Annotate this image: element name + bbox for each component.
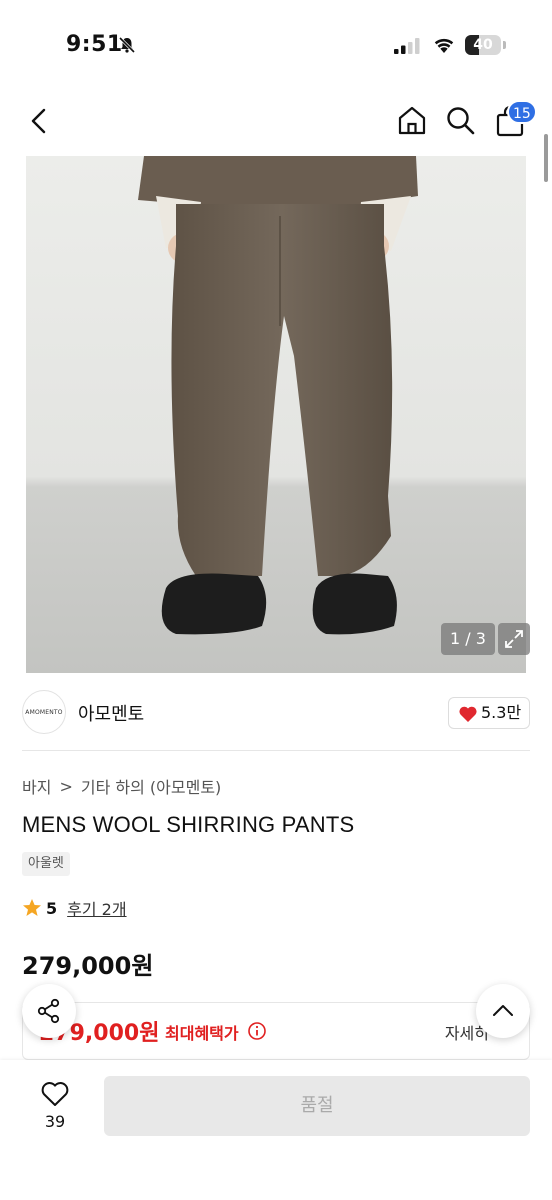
shop-logo[interactable]: AMOMENTO [22, 690, 66, 734]
star-icon [23, 899, 41, 916]
benefit-label: 최대혜택가 [165, 1024, 239, 1043]
bottom-action-bar: 39 품절 [0, 1060, 552, 1200]
divider [22, 750, 530, 751]
product-image[interactable] [26, 156, 526, 673]
scroll-top-button[interactable] [476, 984, 530, 1038]
rating-row: 5 후기 2개 [22, 896, 127, 920]
breadcrumb: 바지 > 기타 하의 (아모멘토) [22, 774, 221, 798]
home-icon[interactable] [396, 104, 428, 136]
top-nav [0, 90, 552, 156]
product-title: MENS WOOL SHIRRING PANTS [22, 812, 355, 837]
rating-value: 5 [46, 898, 58, 918]
info-icon[interactable] [247, 1021, 267, 1041]
sold-out-button[interactable]: 품절 [104, 1076, 530, 1136]
image-counter: 1 / 3 [441, 623, 495, 655]
max-benefit-box[interactable]: 279,000원 최대혜택가 자세히 [22, 1002, 530, 1060]
expand-image-button[interactable] [498, 623, 530, 655]
breadcrumb-category[interactable]: 바지 [22, 774, 51, 798]
chevron-up-icon [493, 1005, 513, 1016]
share-button[interactable] [22, 984, 76, 1038]
status-time: 9:51 [66, 32, 123, 57]
scrollbar[interactable] [544, 134, 548, 182]
breadcrumb-separator: > [59, 776, 73, 796]
heart-icon [459, 706, 477, 722]
share-icon [37, 998, 60, 1024]
search-icon[interactable] [444, 104, 476, 136]
signal-icon [394, 38, 420, 54]
status-bar: 9:51 40 [0, 0, 552, 90]
battery-icon: 40 [465, 35, 501, 55]
battery-tip [503, 41, 506, 49]
bell-slash-icon [118, 36, 136, 54]
outlet-tag: 아울렛 [22, 852, 70, 876]
wifi-icon [434, 38, 454, 53]
expand-icon [505, 630, 523, 648]
product-photo [26, 156, 526, 673]
shop-like-button[interactable]: 5.3만 [448, 697, 530, 729]
back-icon[interactable] [26, 106, 52, 136]
wishlist-heart-icon[interactable] [40, 1080, 70, 1108]
product-price: 279,000원 [22, 952, 154, 980]
shop-name[interactable]: 아모멘토 [78, 700, 144, 726]
breadcrumb-subcategory[interactable]: 기타 하의 (아모멘토) [81, 774, 221, 798]
cart-count-badge: 15 [507, 100, 537, 124]
wishlist-count: 39 [44, 1112, 66, 1131]
shop-like-count: 5.3만 [481, 703, 522, 722]
review-link[interactable]: 후기 2개 [67, 896, 126, 920]
battery-percent: 40 [473, 37, 493, 53]
